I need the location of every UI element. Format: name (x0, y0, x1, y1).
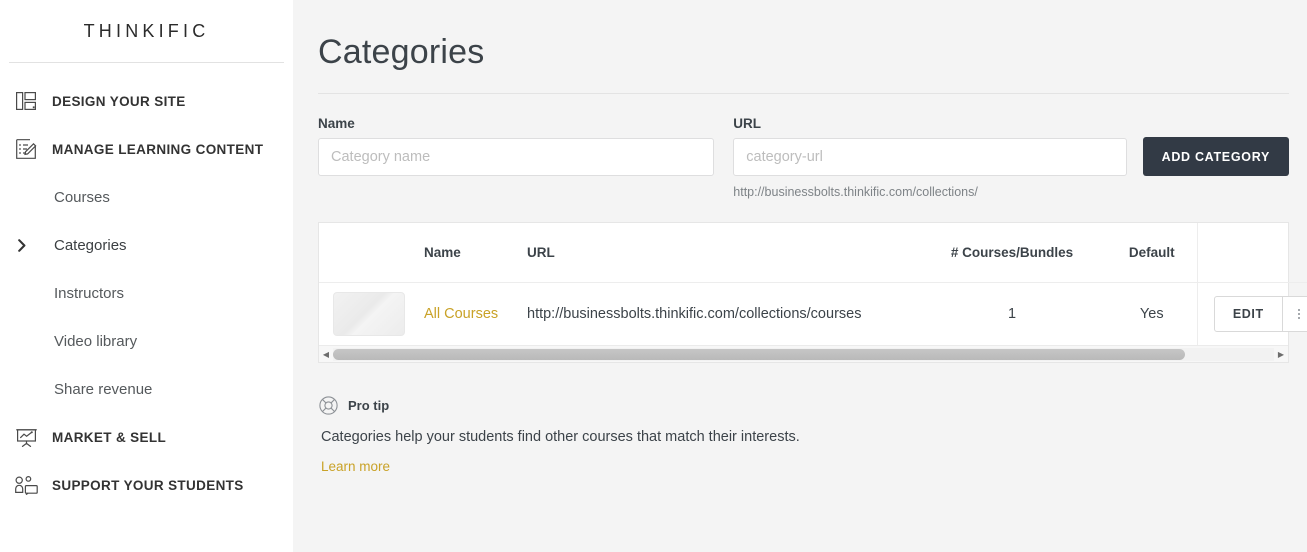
cell-courses-bundles-count: 1 (1007, 305, 1017, 322)
sidebar-nav: DESIGN YOUR SITE MANAGE LEARNING CONTENT (0, 63, 293, 509)
category-name-input[interactable] (318, 138, 715, 176)
pro-tip-body-text: Categories help your students find other… (321, 429, 800, 445)
app-root: THINKIFIC DESIGN YOUR SITE MANAGE LEARNI… (0, 0, 1307, 552)
layout-icon (13, 88, 39, 114)
sidebar: THINKIFIC DESIGN YOUR SITE MANAGE LEARNI… (0, 0, 293, 552)
categories-table: Name URL # Courses/Bundles Default All C… (319, 223, 1307, 345)
column-header-name: Name (424, 223, 527, 283)
table-head: Name URL # Courses/Bundles Default (319, 223, 1307, 283)
sidebar-item-courses[interactable]: Courses (0, 173, 293, 221)
cell-name: All Courses (424, 282, 527, 345)
scrollbar-thumb[interactable] (333, 348, 1185, 360)
sidebar-item-categories[interactable]: Categories (0, 221, 293, 269)
sidebar-item-support-your-students[interactable]: SUPPORT YOUR STUDENTS (0, 461, 293, 509)
pro-tip-header: Pro tip (319, 396, 1307, 415)
users-icon (13, 472, 39, 498)
sidebar-item-design-your-site[interactable]: DESIGN YOUR SITE (0, 77, 293, 125)
column-header-actions (1196, 223, 1307, 283)
learn-more-link[interactable]: Learn more (319, 459, 390, 474)
caret-right-icon[interactable]: ▶ (1274, 350, 1288, 359)
sidebar-item-label: Share revenue (54, 380, 153, 398)
name-field-label: Name (318, 116, 355, 131)
edit-list-icon (13, 136, 39, 162)
add-category-form: Name URL http://businessbolts.thinkific.… (293, 94, 1307, 199)
sidebar-item-label: MARKET & SELL (52, 429, 167, 445)
table-horizontal-scrollbar[interactable]: ◀ ▶ (319, 345, 1288, 362)
sidebar-item-label: MANAGE LEARNING CONTENT (52, 141, 264, 157)
sidebar-item-instructors[interactable]: Instructors (0, 269, 293, 317)
pro-tip-label: Pro tip (348, 398, 390, 413)
sidebar-item-market-and-sell[interactable]: MARKET & SELL (0, 413, 293, 461)
category-name-link[interactable]: All Courses (424, 306, 498, 322)
url-helper-text: http://businessbolts.thinkific.com/colle… (733, 185, 978, 199)
brand-logo[interactable]: THINKIFIC (0, 0, 293, 62)
table-header-row: Name URL # Courses/Bundles Default (319, 223, 1307, 283)
column-header-url: URL (527, 223, 917, 283)
url-field-group: URL http://businessbolts.thinkific.com/c… (733, 116, 1127, 199)
caret-left-icon[interactable]: ◀ (319, 350, 333, 359)
sidebar-item-label: Categories (54, 236, 127, 254)
category-url-text: http://businessbolts.thinkific.com/colle… (527, 305, 862, 322)
add-category-button[interactable]: ADD CATEGORY (1142, 137, 1289, 176)
main-content: Categories Name URL http://businessbolts… (293, 0, 1307, 552)
kebab-dot (1297, 312, 1300, 315)
scrollbar-track[interactable] (333, 347, 1274, 361)
column-header-courses-bundles: # Courses/Bundles (917, 223, 1107, 283)
sidebar-item-label: Instructors (54, 284, 125, 302)
cell-actions: EDIT (1196, 282, 1307, 345)
cell-default-flag: Yes (1139, 305, 1164, 322)
sidebar-item-share-revenue[interactable]: Share revenue (0, 365, 293, 413)
categories-table-card: Name URL # Courses/Bundles Default All C… (318, 222, 1307, 363)
sidebar-item-manage-learning-content[interactable]: MANAGE LEARNING CONTENT (0, 125, 293, 173)
sidebar-item-label: DESIGN YOUR SITE (52, 93, 186, 109)
table-row: All Courses http://businessbolts.thinkif… (319, 282, 1307, 345)
edit-button[interactable]: EDIT (1213, 295, 1283, 332)
sidebar-item-label: Video library (54, 332, 138, 350)
page-title: Categories (318, 33, 485, 71)
pro-tip-section: Pro tip Categories help your students fi… (293, 363, 1307, 476)
category-url-input[interactable] (733, 138, 1127, 176)
table-body: All Courses http://businessbolts.thinkif… (319, 282, 1307, 345)
kebab-dot (1297, 316, 1300, 319)
presentation-chart-icon (13, 424, 39, 450)
chevron-right-icon[interactable] (14, 238, 30, 252)
lifebuoy-icon (319, 396, 338, 415)
cell-thumbnail (319, 282, 424, 345)
sidebar-item-video-library[interactable]: Video library (0, 317, 293, 365)
category-thumbnail-image (333, 291, 405, 336)
kebab-dot (1297, 308, 1300, 311)
sidebar-item-label: SUPPORT YOUR STUDENTS (52, 477, 244, 493)
sidebar-item-label: Courses (54, 188, 110, 206)
name-field-group: Name (318, 116, 715, 176)
brand-name: THINKIFIC (83, 20, 210, 41)
kebab-menu-icon[interactable] (1282, 295, 1307, 332)
url-field-label: URL (733, 116, 762, 131)
cell-url: http://businessbolts.thinkific.com/colle… (527, 282, 917, 345)
column-header-thumbnail (319, 223, 424, 283)
row-actions-group: EDIT (1198, 295, 1307, 332)
column-header-default: Default (1107, 223, 1197, 283)
